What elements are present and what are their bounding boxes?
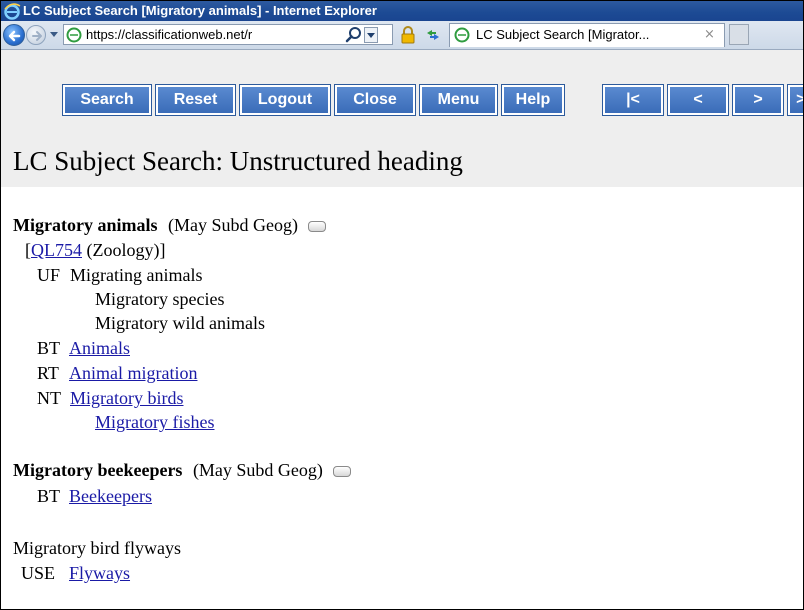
window-titlebar: LC Subject Search [Migratory animals] - … bbox=[1, 1, 803, 21]
ie-logo-icon bbox=[4, 3, 21, 20]
browser-tab[interactable]: LC Subject Search [Migrator... × bbox=[449, 23, 725, 47]
class-number-link[interactable]: QL754 bbox=[31, 240, 82, 260]
uf-label: UF bbox=[37, 265, 61, 285]
back-button[interactable] bbox=[3, 24, 25, 46]
uf-term: Migrating animals bbox=[70, 265, 203, 285]
reset-button[interactable]: Reset bbox=[155, 84, 236, 116]
new-tab-button[interactable] bbox=[729, 24, 749, 45]
geog-qualifier: (May Subd Geog) bbox=[167, 215, 298, 235]
last-page-button[interactable]: >| bbox=[787, 84, 803, 116]
url-dropdown-button[interactable] bbox=[364, 27, 378, 43]
logout-button[interactable]: Logout bbox=[239, 84, 331, 116]
help-button[interactable]: Help bbox=[501, 84, 565, 116]
tab-title: LC Subject Search [Migrator... bbox=[476, 27, 650, 42]
bt-label: BT bbox=[37, 338, 61, 358]
forward-arrow-icon bbox=[32, 31, 42, 41]
geog-qualifier: (May Subd Geog) bbox=[192, 460, 323, 480]
class-label: (Zoology)] bbox=[86, 240, 166, 260]
bt-label: BT bbox=[37, 486, 61, 506]
page-icon bbox=[66, 27, 82, 43]
lock-icon[interactable] bbox=[399, 25, 417, 45]
uf-term: Migratory species bbox=[95, 289, 225, 309]
menu-button[interactable]: Menu bbox=[419, 84, 498, 116]
heading-term: Migratory animals bbox=[13, 215, 158, 235]
heading-line: Migratory animals (May Subd Geog) bbox=[13, 213, 327, 237]
bt-term-link[interactable]: Beekeepers bbox=[69, 484, 152, 508]
close-button[interactable]: Close bbox=[334, 84, 416, 116]
classification-line: [QL754 (Zoology)] bbox=[25, 238, 165, 262]
search-button[interactable]: Search bbox=[62, 84, 152, 116]
page-title: LC Subject Search: Unstructured heading bbox=[13, 146, 463, 176]
refresh-icon[interactable] bbox=[423, 25, 443, 45]
window-title: LC Subject Search [Migratory animals] - … bbox=[23, 3, 377, 18]
notes-toggle-icon[interactable] bbox=[333, 466, 352, 478]
nt-label: NT bbox=[37, 388, 61, 408]
heading-term: Migratory beekeepers bbox=[13, 460, 183, 480]
rt-term-link[interactable]: Animal migration bbox=[69, 361, 197, 385]
rt-label: RT bbox=[37, 363, 59, 383]
use-label: USE bbox=[21, 563, 56, 583]
nt-term-link[interactable]: Migratory birds bbox=[70, 386, 183, 410]
use-term-link[interactable]: Flyways bbox=[69, 561, 130, 585]
notes-toggle-icon[interactable] bbox=[308, 221, 327, 233]
first-page-button[interactable]: |< bbox=[602, 84, 664, 116]
url-text[interactable]: https://classificationweb.net/r bbox=[86, 25, 296, 44]
chevron-down-icon bbox=[367, 33, 375, 38]
address-bar: https://classificationweb.net/r LC Subje… bbox=[1, 21, 803, 50]
command-toolbar: Search Reset Logout Close Menu Help |< <… bbox=[1, 50, 803, 133]
tab-page-icon bbox=[454, 27, 470, 43]
previous-page-button[interactable]: < bbox=[667, 84, 729, 116]
browser-window: LC Subject Search [Migratory animals] - … bbox=[0, 0, 804, 610]
forward-button[interactable] bbox=[26, 25, 46, 45]
tab-close-icon[interactable]: × bbox=[704, 24, 715, 46]
url-input[interactable]: https://classificationweb.net/r bbox=[63, 24, 393, 45]
next-page-button[interactable]: > bbox=[732, 84, 784, 116]
search-icon[interactable] bbox=[345, 26, 363, 44]
back-arrow-icon bbox=[8, 30, 21, 42]
heading-line: Migratory beekeepers (May Subd Geog) bbox=[13, 458, 352, 482]
uf-term: Migratory wild animals bbox=[95, 313, 265, 333]
heading-term: Migratory bird flyways bbox=[13, 538, 181, 558]
nt-term-link[interactable]: Migratory fishes bbox=[95, 410, 214, 434]
bt-term-link[interactable]: Animals bbox=[69, 336, 130, 360]
history-dropdown-icon[interactable] bbox=[49, 29, 59, 39]
